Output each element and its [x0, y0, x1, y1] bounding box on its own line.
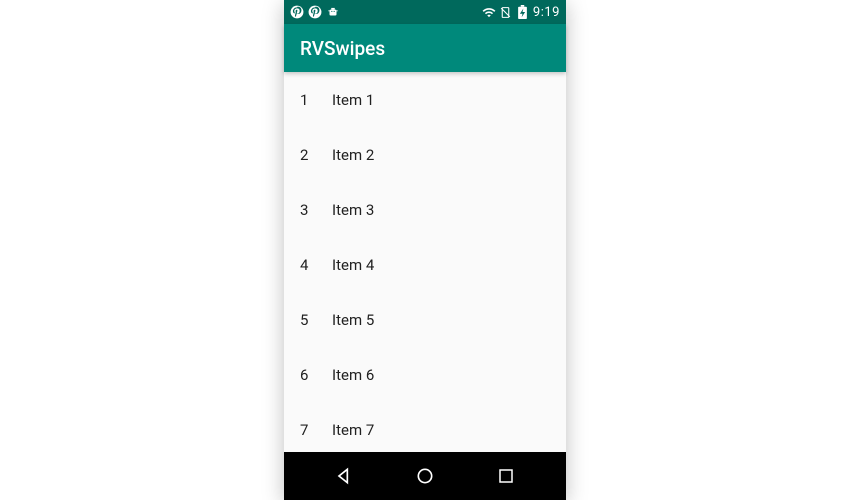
item-number: 7: [300, 421, 332, 439]
app-title: RVSwipes: [300, 37, 385, 60]
item-number: 5: [300, 311, 332, 329]
list-container[interactable]: 1 Item 1 2 Item 2 3 Item 3 4 Item 4 5 It…: [284, 72, 566, 452]
item-label: Item 4: [332, 256, 550, 274]
list-item[interactable]: 3 Item 3: [284, 182, 566, 237]
android-debug-icon: [326, 5, 340, 19]
clock-text: 9:19: [533, 5, 560, 20]
item-label: Item 1: [332, 91, 550, 109]
list-item[interactable]: 4 Item 4: [284, 237, 566, 292]
list-item[interactable]: 7 Item 7: [284, 402, 566, 452]
no-sim-icon: [499, 5, 513, 19]
battery-charging-icon: [516, 5, 530, 19]
status-right-icons: 9:19: [482, 5, 560, 20]
item-label: Item 3: [332, 201, 550, 219]
app-bar: RVSwipes: [284, 24, 566, 72]
home-button[interactable]: [395, 452, 455, 500]
phone-frame: 9:19 RVSwipes 1 Item 1 2 Item 2 3 Item 3…: [284, 0, 566, 500]
recent-apps-button[interactable]: [476, 452, 536, 500]
item-label: Item 5: [332, 311, 550, 329]
item-number: 2: [300, 146, 332, 164]
item-number: 3: [300, 201, 332, 219]
list-item[interactable]: 2 Item 2: [284, 127, 566, 182]
item-label: Item 2: [332, 146, 550, 164]
pinterest-icon: [290, 5, 304, 19]
item-label: Item 6: [332, 366, 550, 384]
pinterest-icon: [308, 5, 322, 19]
item-number: 4: [300, 256, 332, 274]
item-number: 1: [300, 91, 332, 109]
wifi-icon: [482, 5, 496, 19]
list-item[interactable]: 6 Item 6: [284, 347, 566, 402]
status-left-icons: [290, 5, 340, 19]
list-item[interactable]: 1 Item 1: [284, 72, 566, 127]
navigation-bar: [284, 452, 566, 500]
status-bar: 9:19: [284, 0, 566, 24]
list-item[interactable]: 5 Item 5: [284, 292, 566, 347]
item-number: 6: [300, 366, 332, 384]
item-label: Item 7: [332, 421, 550, 439]
back-button[interactable]: [314, 452, 374, 500]
